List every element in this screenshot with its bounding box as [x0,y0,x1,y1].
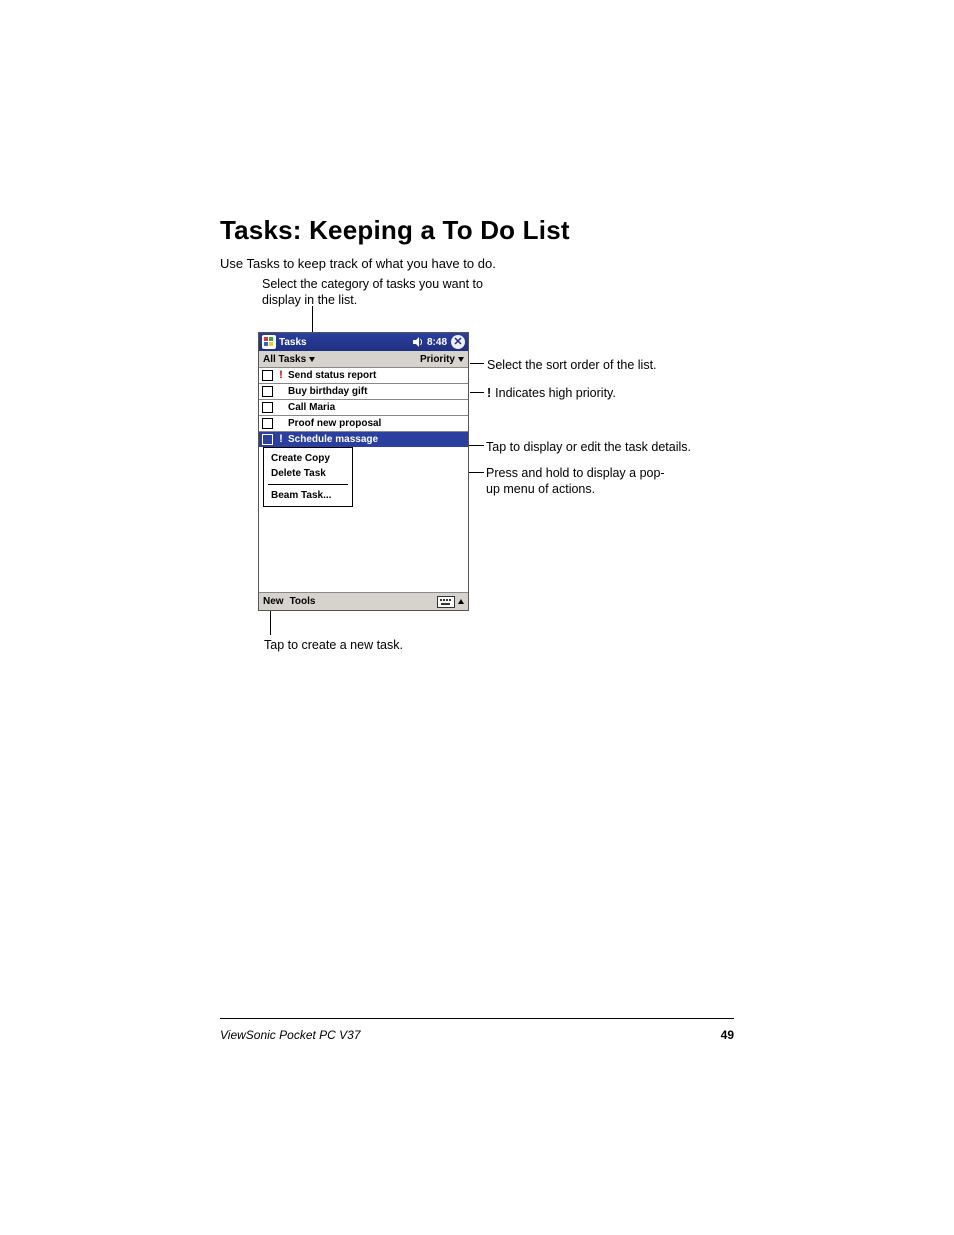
footer-rule [220,1018,734,1019]
task-label: Schedule massage [285,434,378,445]
task-label: Proof new proposal [285,418,381,429]
task-row[interactable]: Proof new proposal [259,416,468,431]
titlebar-time: 8:48 [427,337,447,348]
task-label: Send status report [285,370,376,381]
speaker-icon[interactable] [413,337,425,347]
priority-icon: ! [277,370,285,381]
callout-hold: Press and hold to display a pop-up menu … [486,466,666,497]
priority-icon: ! [277,434,285,445]
task-row[interactable]: ! Send status report [259,368,468,383]
close-icon[interactable]: ✕ [451,335,465,349]
menu-separator [268,484,348,485]
callout-details: Tap to display or edit the task details. [486,440,691,456]
checkbox[interactable] [262,386,273,397]
checkbox[interactable] [262,370,273,381]
footer-page-number: 49 [721,1028,734,1042]
category-dropdown[interactable]: All Tasks [263,354,315,365]
menu-tools[interactable]: Tools [290,596,316,607]
task-row[interactable]: Call Maria [259,400,468,415]
callout-category: Select the category of tasks you want to… [262,277,492,308]
task-list: ! Send status report Buy birthday gift C… [259,368,468,447]
task-label: Buy birthday gift [285,386,367,397]
menu-bar: New Tools [259,592,468,610]
menu-new[interactable]: New [263,596,284,607]
sort-label: Priority [420,354,455,365]
footer-product: ViewSonic Pocket PC V37 [220,1028,361,1042]
task-label: Call Maria [285,402,335,413]
checkbox[interactable] [262,418,273,429]
chevron-down-icon [458,357,464,362]
device-screenshot: Tasks 8:48 ✕ All Tasks Priority [258,332,469,611]
category-label: All Tasks [263,354,306,365]
context-menu: Create Copy Delete Task Beam Task... [263,447,353,507]
titlebar-app-name: Tasks [279,337,307,348]
task-row[interactable]: ! Schedule massage [259,432,468,447]
leader-line [470,363,484,364]
keyboard-icon[interactable] [437,596,455,608]
leader-line [270,611,271,635]
filter-bar: All Tasks Priority [259,351,468,368]
menu-item-beam-task[interactable]: Beam Task... [264,488,352,503]
menu-item-delete-task[interactable]: Delete Task [264,466,352,481]
callout-new-task: Tap to create a new task. [264,638,403,654]
chevron-down-icon [309,357,315,362]
leader-line [470,392,484,393]
start-flag-icon[interactable] [262,335,276,349]
checkbox[interactable] [262,402,273,413]
callout-priority-text: Indicates high priority. [495,386,616,400]
callout-priority: ! Indicates high priority. [487,386,616,402]
sort-dropdown[interactable]: Priority [420,354,464,365]
intro-text: Use Tasks to keep track of what you have… [220,256,496,271]
callout-sort: Select the sort order of the list. [487,358,657,374]
chevron-up-icon[interactable] [458,599,464,604]
menu-item-create-copy[interactable]: Create Copy [264,451,352,466]
page-heading: Tasks: Keeping a To Do List [220,215,570,246]
task-row[interactable]: Buy birthday gift [259,384,468,399]
priority-mark-icon: ! [487,386,491,400]
checkbox[interactable] [262,434,273,445]
titlebar: Tasks 8:48 ✕ [259,333,468,351]
